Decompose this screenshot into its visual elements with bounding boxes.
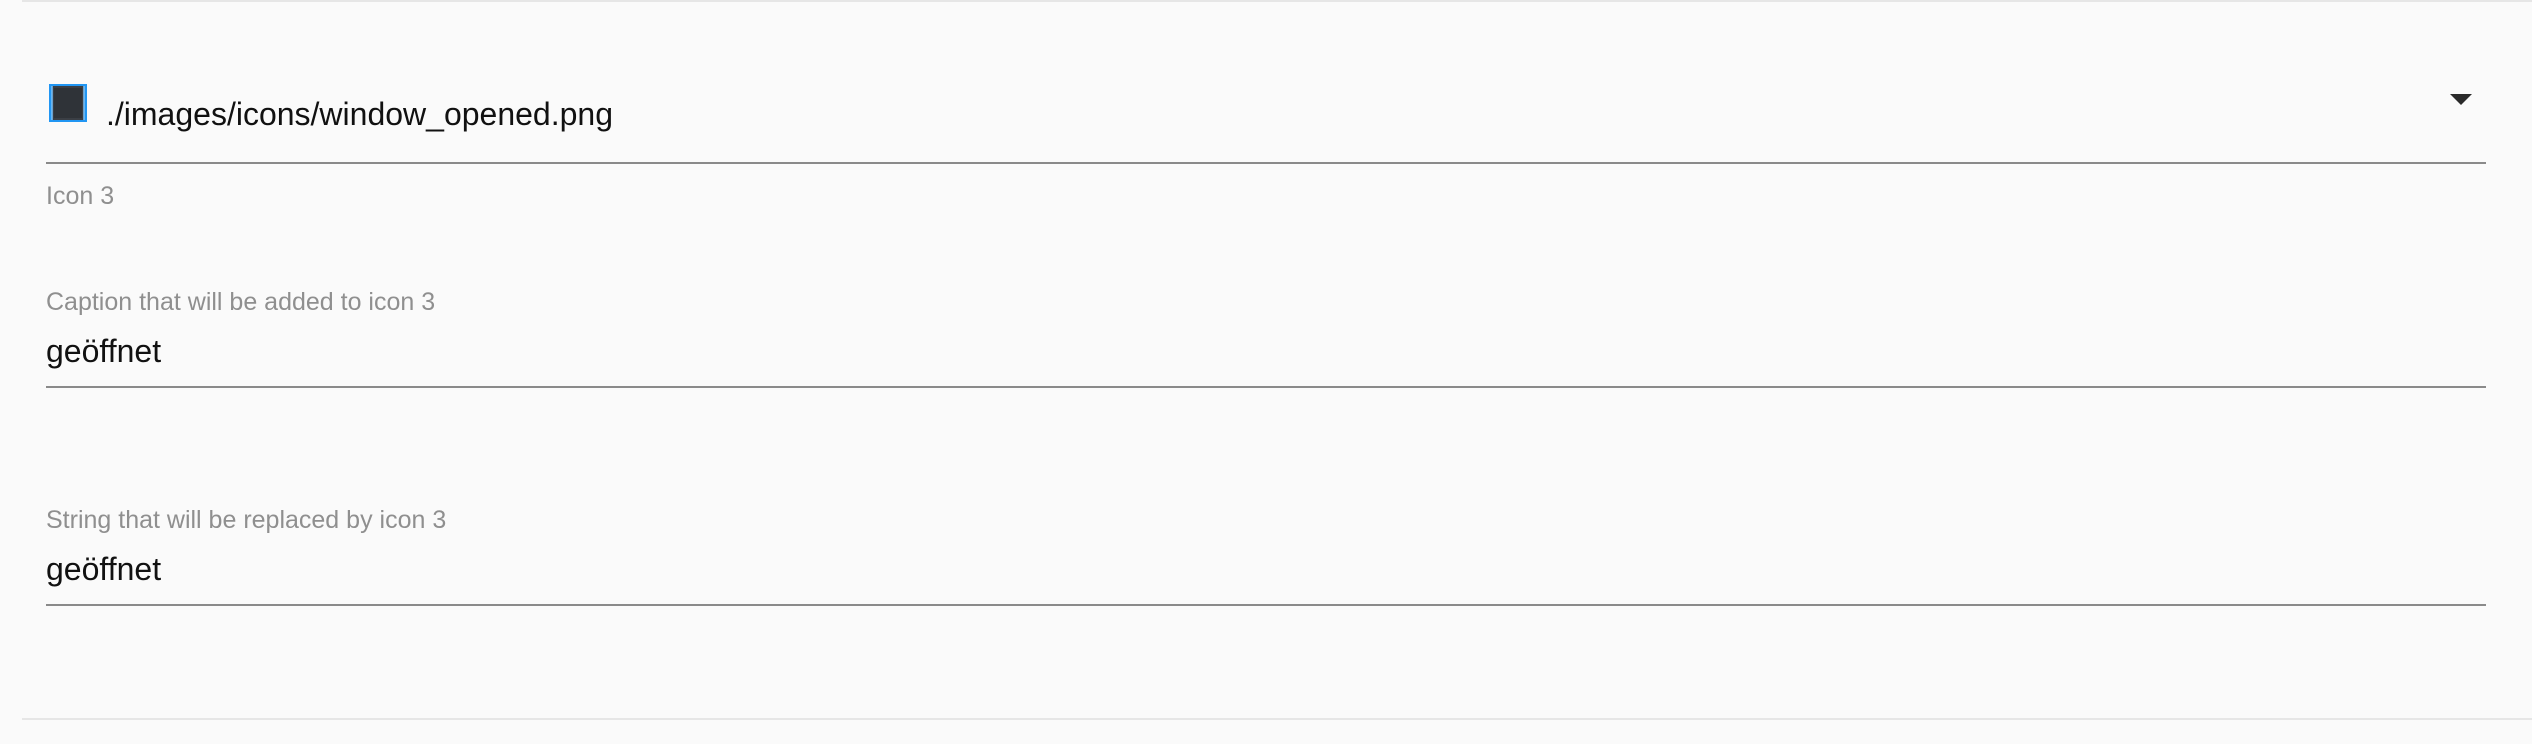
caption-field-label: Caption that will be added to icon 3 — [46, 288, 436, 316]
top-divider — [22, 0, 2532, 2]
icon-settings-panel: ./images/icons/window_opened.png Icon 3 … — [0, 0, 2532, 744]
icon-select-helper: Icon 3 — [46, 182, 115, 210]
icon-select[interactable]: ./images/icons/window_opened.png — [46, 78, 2486, 164]
dropdown-arrow-icon[interactable] — [2450, 94, 2472, 105]
replace-string-input[interactable] — [46, 548, 2486, 606]
icon-select-value: ./images/icons/window_opened.png — [106, 96, 613, 132]
caption-input[interactable] — [46, 330, 2486, 388]
bottom-divider — [22, 718, 2532, 720]
window-opened-icon — [48, 83, 88, 123]
string-field-label: String that will be replaced by icon 3 — [46, 506, 447, 534]
